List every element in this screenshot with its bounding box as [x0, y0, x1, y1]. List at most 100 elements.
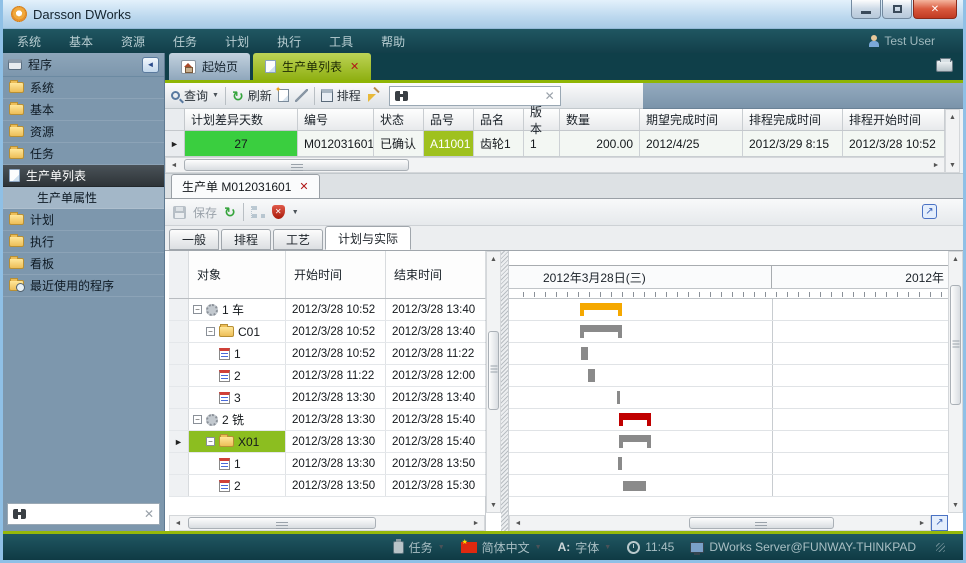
- sidebar-search-clear-icon[interactable]: ✕: [144, 507, 154, 521]
- grid-cell[interactable]: 2012/3/29 8:15: [743, 131, 843, 156]
- sidebar-item[interactable]: 计划: [3, 209, 164, 231]
- font-menu[interactable]: A: 字体 ▼: [558, 539, 612, 556]
- refresh-button[interactable]: ↻ 刷新: [232, 87, 272, 104]
- tab-inactive[interactable]: 起始页: [169, 53, 250, 80]
- resize-grip[interactable]: [936, 543, 945, 552]
- tree-row[interactable]: ►−X012012/3/28 13:302012/3/28 15:40: [169, 431, 485, 453]
- gantt-row[interactable]: [509, 431, 948, 453]
- scroll-down-icon[interactable]: ▼: [946, 158, 959, 172]
- subtab-inactive[interactable]: 工艺: [273, 229, 323, 250]
- minimize-button[interactable]: [851, 0, 881, 19]
- grid-cell[interactable]: 齿轮1: [474, 131, 524, 156]
- gantt-bar[interactable]: [623, 481, 646, 491]
- table-row[interactable]: ►27M012031601已确认A11001齿轮11200.002012/4/2…: [165, 131, 945, 157]
- sidebar-item[interactable]: 生产单属性: [3, 187, 164, 209]
- column-header[interactable]: 品名: [474, 109, 524, 130]
- subtab-inactive[interactable]: 一般: [169, 229, 219, 250]
- tree-object-cell[interactable]: 1: [189, 343, 286, 364]
- tree-row[interactable]: 12012/3/28 13:302012/3/28 13:50: [169, 453, 485, 475]
- edit-button[interactable]: [295, 89, 308, 102]
- tree-object-cell[interactable]: 2: [189, 365, 286, 386]
- menu-item[interactable]: 计划: [225, 33, 249, 50]
- scroll-up-icon[interactable]: ▲: [946, 110, 959, 124]
- grid-cell[interactable]: 2012/4/25: [640, 131, 743, 156]
- column-header[interactable]: 版本: [524, 109, 560, 130]
- maximize-button[interactable]: [882, 0, 912, 19]
- scrollbar-thumb[interactable]: [689, 517, 834, 529]
- scroll-right-icon[interactable]: ►: [928, 158, 944, 172]
- menu-item[interactable]: 资源: [121, 33, 145, 50]
- tree-row[interactable]: 32012/3/28 13:302012/3/28 13:40: [169, 387, 485, 409]
- tree-row[interactable]: 22012/3/28 13:502012/3/28 15:30: [169, 475, 485, 497]
- language-menu[interactable]: 简体中文 ▼: [461, 539, 542, 556]
- collapse-node-icon[interactable]: −: [193, 305, 202, 314]
- sidebar-item[interactable]: 看板: [3, 253, 164, 275]
- column-header[interactable]: 状态: [374, 109, 424, 130]
- grid-cell[interactable]: 已确认: [374, 131, 424, 156]
- gantt-row[interactable]: [509, 475, 948, 497]
- scroll-down-icon[interactable]: ▼: [487, 498, 500, 512]
- tree-horizontal-scrollbar[interactable]: ◄ ►: [169, 515, 485, 531]
- chevron-down-icon[interactable]: ▼: [292, 209, 299, 216]
- grid-cell[interactable]: 1: [524, 131, 560, 156]
- gantt-bar[interactable]: [619, 413, 651, 420]
- gantt-row[interactable]: [509, 343, 948, 365]
- tree-object-cell[interactable]: 3: [189, 387, 286, 408]
- scrollbar-thumb[interactable]: [950, 285, 961, 406]
- gantt-bar[interactable]: [588, 369, 595, 382]
- scrollbar-thumb[interactable]: [184, 159, 409, 171]
- sidebar-item[interactable]: 任务: [3, 143, 164, 165]
- column-header[interactable]: 数量: [560, 109, 640, 130]
- column-header[interactable]: 计划差异天数: [185, 109, 298, 130]
- sidebar-search-input[interactable]: [31, 507, 139, 521]
- order-document-tab[interactable]: 生产单 M012031601 ✕: [171, 174, 320, 198]
- popout-icon[interactable]: ↗: [931, 515, 948, 531]
- grid-cell[interactable]: M012031601: [298, 131, 374, 156]
- gantt-bar[interactable]: [617, 391, 620, 404]
- gantt-bar[interactable]: [581, 347, 588, 360]
- menu-item[interactable]: 帮助: [381, 33, 405, 50]
- scroll-left-icon[interactable]: ◄: [166, 158, 182, 172]
- column-header[interactable]: 期望完成时间: [640, 109, 743, 130]
- gantt-bar[interactable]: [619, 435, 651, 442]
- gantt-horizontal-scrollbar[interactable]: ◄ ►: [509, 515, 931, 531]
- split-handle[interactable]: [501, 251, 508, 531]
- sidebar-item[interactable]: 基本: [3, 99, 164, 121]
- tree-row[interactable]: 22012/3/28 11:222012/3/28 12:00: [169, 365, 485, 387]
- scroll-right-icon[interactable]: ►: [468, 516, 484, 530]
- gantt-row[interactable]: [509, 453, 948, 475]
- gantt-row[interactable]: [509, 387, 948, 409]
- grid-cell[interactable]: A11001: [424, 131, 474, 156]
- menu-item[interactable]: 基本: [69, 33, 93, 50]
- shield-icon[interactable]: ✕: [272, 205, 285, 219]
- scroll-up-icon[interactable]: ▲: [487, 252, 500, 266]
- tree-row[interactable]: −1 车2012/3/28 10:522012/3/28 13:40: [169, 299, 485, 321]
- column-header[interactable]: 排程开始时间: [843, 109, 945, 130]
- sidebar-item[interactable]: 最近使用的程序: [3, 275, 164, 297]
- refresh-icon[interactable]: ↻: [224, 206, 236, 218]
- menu-item[interactable]: 任务: [173, 33, 197, 50]
- scroll-up-icon[interactable]: ▲: [949, 252, 962, 266]
- task-menu[interactable]: 任务 ▼: [393, 539, 445, 556]
- tree-row[interactable]: −2 铣2012/3/28 13:302012/3/28 15:40: [169, 409, 485, 431]
- sidebar-item[interactable]: 执行: [3, 231, 164, 253]
- collapse-node-icon[interactable]: −: [193, 415, 202, 424]
- scrollbar-thumb[interactable]: [488, 331, 499, 410]
- sidebar-item[interactable]: 资源: [3, 121, 164, 143]
- tree-row[interactable]: −C012012/3/28 10:522012/3/28 13:40: [169, 321, 485, 343]
- tree-vertical-scrollbar[interactable]: ▲ ▼: [486, 251, 501, 513]
- save-button[interactable]: 保存: [193, 204, 217, 221]
- user-area[interactable]: Test User: [869, 34, 935, 48]
- grid-horizontal-scrollbar[interactable]: ◄ ►: [165, 157, 945, 173]
- printer-icon[interactable]: [936, 60, 953, 72]
- tree-object-cell[interactable]: −X01: [189, 431, 286, 452]
- gantt-row[interactable]: [509, 299, 948, 321]
- close-tab-icon[interactable]: ✕: [350, 60, 359, 73]
- gantt-row[interactable]: [509, 365, 948, 387]
- toolbar-search-input[interactable]: [413, 89, 540, 103]
- grid-cell[interactable]: 2012/3/28 10:52: [843, 131, 945, 156]
- popout-icon[interactable]: ↗: [922, 204, 937, 219]
- clean-button[interactable]: [367, 89, 381, 103]
- collapse-sidebar-button[interactable]: ◄: [142, 57, 159, 73]
- column-header[interactable]: 品号: [424, 109, 474, 130]
